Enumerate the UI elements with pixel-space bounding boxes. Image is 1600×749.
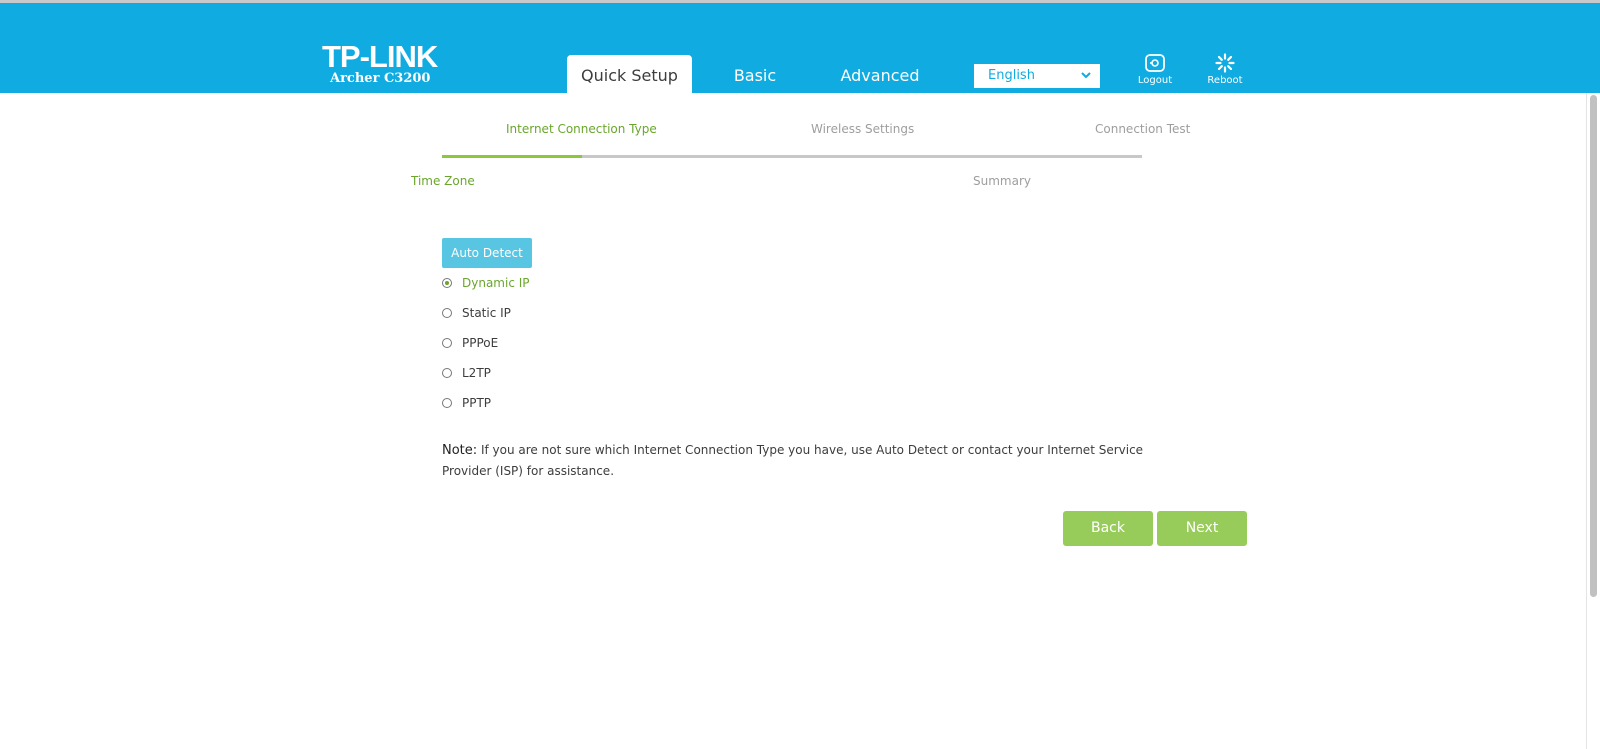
step-summary: Summary bbox=[973, 174, 1031, 188]
note-body: If you are not sure which Internet Conne… bbox=[442, 443, 1144, 478]
language-select[interactable]: English bbox=[974, 64, 1100, 88]
radio-pppoe[interactable]: PPPoE bbox=[442, 334, 498, 352]
note-label: Note: bbox=[442, 443, 478, 458]
vertical-scrollbar[interactable] bbox=[1586, 93, 1600, 749]
model-name: Archer C3200 bbox=[330, 71, 431, 86]
auto-detect-button[interactable]: Auto Detect bbox=[442, 238, 532, 268]
step-time-zone: Time Zone bbox=[411, 174, 475, 188]
radio-dynamic-ip[interactable]: Dynamic IP bbox=[442, 274, 530, 292]
radio-button[interactable] bbox=[442, 398, 452, 408]
logout-label: Logout bbox=[1137, 75, 1173, 86]
step-progress-fill bbox=[442, 155, 582, 158]
next-button[interactable]: Next bbox=[1157, 511, 1247, 546]
radio-l2tp[interactable]: L2TP bbox=[442, 364, 491, 382]
radio-button[interactable] bbox=[442, 278, 452, 288]
step-wireless-settings: Wireless Settings bbox=[811, 122, 915, 136]
radio-button[interactable] bbox=[442, 308, 452, 318]
chevron-down-icon bbox=[1081, 72, 1091, 79]
step-connection-test: Connection Test bbox=[1095, 122, 1191, 136]
reboot-label: Reboot bbox=[1207, 75, 1243, 86]
radio-label: Static IP bbox=[462, 306, 511, 320]
radio-button[interactable] bbox=[442, 338, 452, 348]
logout-icon bbox=[1145, 54, 1165, 72]
language-selected-value: English bbox=[988, 68, 1035, 83]
radio-label: PPPoE bbox=[462, 336, 499, 350]
radio-label: Dynamic IP bbox=[462, 276, 530, 290]
radio-button[interactable] bbox=[442, 368, 452, 378]
logout-button[interactable]: Logout bbox=[1127, 53, 1183, 86]
step-internet-connection-type: Internet Connection Type bbox=[506, 122, 657, 136]
radio-static-ip[interactable]: Static IP bbox=[442, 304, 511, 322]
brand-logo: TP-LINK bbox=[322, 39, 438, 74]
reboot-button[interactable]: Reboot bbox=[1197, 53, 1253, 86]
radio-pptp[interactable]: PPTP bbox=[442, 394, 491, 412]
note-text: Note: If you are not sure which Internet… bbox=[442, 440, 1162, 482]
step-progress-track bbox=[442, 155, 1142, 158]
header-bar: TP-LINK Archer C3200 Quick Setup Basic A… bbox=[0, 3, 1600, 96]
tab-advanced[interactable]: Advanced bbox=[828, 55, 932, 96]
tab-quick-setup[interactable]: Quick Setup bbox=[567, 55, 692, 96]
back-button[interactable]: Back bbox=[1063, 511, 1153, 546]
radio-label: L2TP bbox=[462, 366, 491, 380]
radio-label: PPTP bbox=[462, 396, 492, 410]
tab-basic[interactable]: Basic bbox=[715, 55, 795, 96]
scrollbar-thumb[interactable] bbox=[1590, 95, 1597, 597]
reboot-icon bbox=[1215, 53, 1235, 73]
